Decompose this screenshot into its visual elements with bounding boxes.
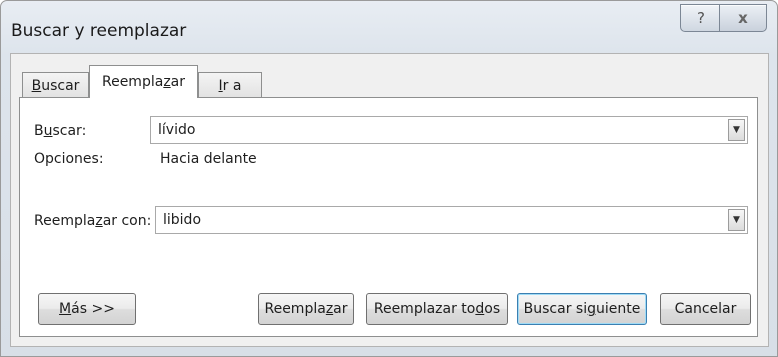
tab-label-accel: z <box>163 74 171 90</box>
tab-reemplazar[interactable]: Reempla z ar <box>89 65 198 98</box>
cancel-button[interactable]: Cancelar <box>660 293 751 325</box>
tab-label-accel: B <box>31 78 42 94</box>
find-replace-dialog: Buscar y reemplazar ? x Buscar Reempla z a… <box>0 0 778 357</box>
more-button[interactable]: Más >> <box>38 293 136 325</box>
close-button[interactable]: x <box>719 4 767 32</box>
replace-tab-panel: Buscar: lívido ▼ Opciones: Hacia delante… <box>19 97 758 337</box>
find-what-combobox[interactable]: lívido ▼ <box>150 116 748 144</box>
help-button[interactable]: ? <box>680 4 722 32</box>
replace-with-combobox[interactable]: libido ▼ <box>155 206 748 234</box>
replace-all-button[interactable]: Reemplazar to d os <box>366 293 508 325</box>
tab-ir-a[interactable]: Ir a <box>198 72 262 99</box>
replace-dropdown-arrow-icon[interactable]: ▼ <box>728 209 745 231</box>
tab-label: uscar <box>41 78 80 94</box>
options-value: Hacia delante <box>160 151 257 167</box>
find-what-value: lívido <box>158 122 196 138</box>
replace-with-value: libido <box>163 212 202 228</box>
replace-label: Reemplazar con: <box>34 213 152 229</box>
help-icon: ? <box>697 9 705 27</box>
tab-label: ar <box>170 74 186 90</box>
tab-buscar[interactable]: Buscar <box>22 72 89 99</box>
replace-button[interactable]: Reempla z ar <box>258 293 354 325</box>
find-label: Buscar: <box>34 123 87 139</box>
find-dropdown-arrow-icon[interactable]: ▼ <box>728 119 745 141</box>
dialog-body: Buscar Reempla z ar Ir a Buscar: lívido ▼ … <box>10 53 769 347</box>
options-label: Opciones: <box>34 151 104 167</box>
close-icon: x <box>738 9 748 27</box>
tab-label: Reempla <box>101 74 164 90</box>
tab-label: r a <box>222 78 242 94</box>
dialog-title: Buscar y reemplazar <box>11 21 187 41</box>
title-bar[interactable]: Buscar y reemplazar ? x <box>1 1 777 53</box>
find-next-button[interactable]: Buscar si g uiente <box>517 293 647 325</box>
